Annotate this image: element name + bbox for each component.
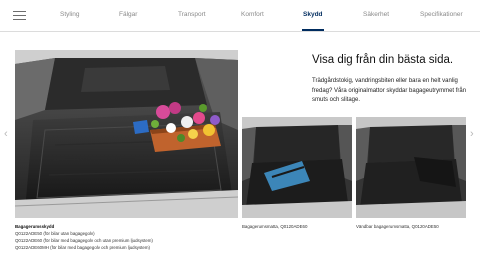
page-headline: Visa dig från din bästa sida. <box>312 54 454 66</box>
small-caption-1: Bagagerumsmatta, Q0120ADE60 <box>242 224 308 229</box>
tab-sakerhet[interactable]: Säkerhet <box>363 11 389 18</box>
top-navigation: Styling Fälgar Transport Komfort Skydd S… <box>0 0 480 32</box>
tab-skydd[interactable]: Skydd <box>303 11 323 18</box>
boot-liner-photo <box>15 50 238 218</box>
small-caption-2: Vändbar bagagerumsmatta, Q0120ADE50 <box>356 224 439 229</box>
tab-falgar[interactable]: Fälgar <box>119 11 137 18</box>
tab-styling[interactable]: Styling <box>60 11 80 18</box>
main-caption-title: Bagagerumsskydd <box>15 224 55 229</box>
hamburger-icon[interactable] <box>13 11 26 20</box>
tab-transport[interactable]: Transport <box>178 11 206 18</box>
trunk-mat-photo <box>242 117 352 218</box>
tab-specifikationer[interactable]: Specifikationer <box>420 11 463 18</box>
main-caption-line-3: Q0122ADE60MH (för bilar med bagagegolv o… <box>15 245 150 250</box>
main-caption-line-1: Q0122ADE50 (för bilar utan bagagegolv) <box>15 231 95 236</box>
reversible-trunk-mat-photo <box>356 117 466 218</box>
chevron-right-icon[interactable]: › <box>470 128 474 140</box>
main-caption-line-2: Q0122ADE60 (för bilar med bagagegolv och… <box>15 238 153 243</box>
tab-komfort[interactable]: Komfort <box>241 11 264 18</box>
intro-paragraph: Trädgårdstokig, vandringsbiten eller bar… <box>312 78 467 103</box>
active-tab-indicator <box>302 29 324 31</box>
chevron-left-icon[interactable]: ‹ <box>4 128 8 140</box>
